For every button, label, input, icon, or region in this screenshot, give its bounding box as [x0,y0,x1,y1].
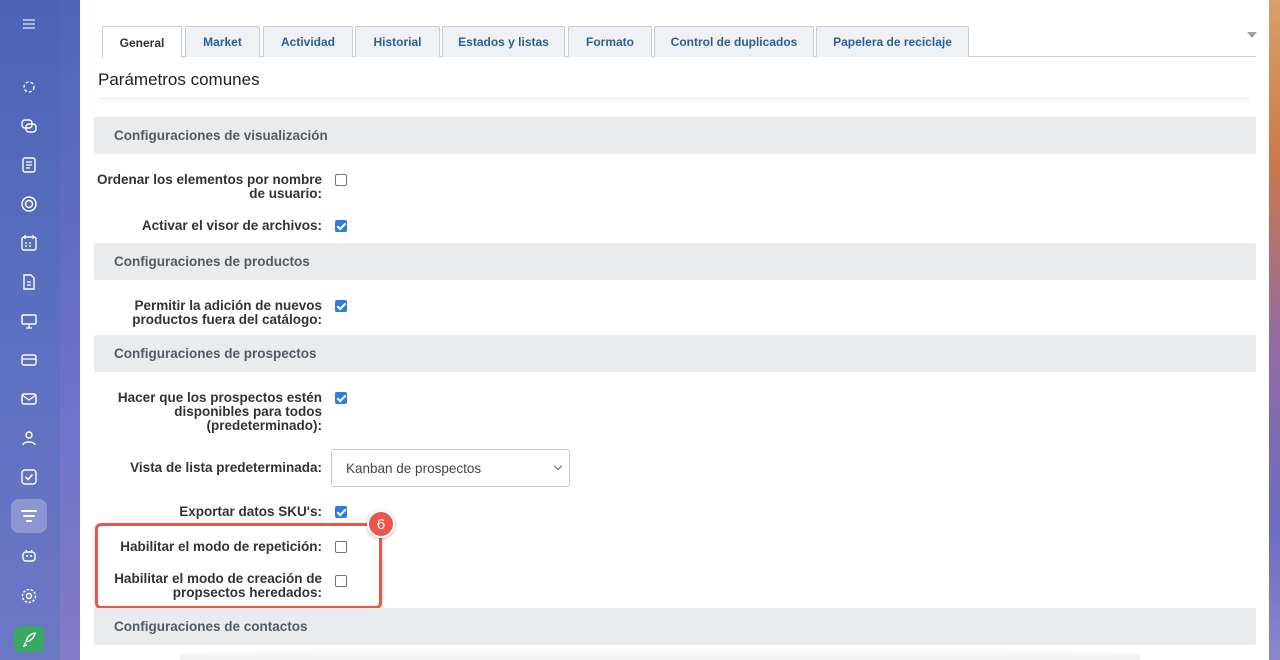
tab-duplicates[interactable]: Control de duplicados [654,26,814,57]
chevron-down-icon [553,461,563,471]
document-icon[interactable] [11,265,47,299]
section-display: Configuraciones de visualización [94,117,1256,154]
chat-icon[interactable] [11,109,47,143]
section-products: Configuraciones de productos [94,243,1256,280]
sort-by-user-label: Ordenar los elementos por nombre de usua… [96,172,322,201]
section-contacts: Configuraciones de contactos [94,608,1256,645]
contacts-icon[interactable] [11,421,47,455]
file-viewer-checkbox[interactable] [335,220,347,232]
scroll-shadow [180,648,1140,660]
export-sku-checkbox[interactable] [335,506,347,518]
new-products-label: Permitir la adición de nuevos productos … [132,298,322,327]
tabs-more-icon[interactable] [1247,32,1257,38]
card-icon[interactable] [11,343,47,377]
robot-icon[interactable] [11,538,47,572]
mail-icon[interactable] [11,382,47,416]
default-list-view-label: Vista de lista predeterminada: [130,460,322,475]
new-products-checkbox[interactable] [335,300,347,312]
tab-bar: General Market Actividad Historial Estad… [102,26,1256,58]
leads-available-checkbox[interactable] [335,392,347,404]
tab-activity[interactable]: Actividad [263,26,353,57]
tab-statuses[interactable]: Estados y listas [442,26,565,57]
select-value: Kanban de prospectos [346,460,482,476]
background-strip [1268,0,1280,660]
divider [98,98,1250,99]
file-viewer-label: Activar el visor de archivos: [141,218,322,233]
export-sku-label: Exportar datos SKU's: [179,504,322,519]
calendar-icon[interactable] [11,226,47,260]
tasks-icon[interactable] [11,148,47,182]
presentation-icon[interactable] [11,304,47,338]
section-leads: Configuraciones de prospectos [94,335,1256,372]
page-title: Parámetros comunes [98,70,260,89]
sort-by-user-checkbox[interactable] [335,174,347,186]
leads-available-label: Hacer que los prospectos estén disponibl… [117,390,322,433]
settings-icon[interactable] [11,579,47,613]
tab-market[interactable]: Market [185,26,260,57]
tab-general[interactable]: General [102,26,182,58]
settings-panel: General Market Actividad Historial Estad… [80,0,1269,660]
annotation-badge: 6 [367,510,395,538]
checkbox-icon[interactable] [11,460,47,494]
annotation-highlight-box [95,523,382,609]
tab-recycle-bin[interactable]: Papelera de reciclaje [816,26,969,57]
tab-format[interactable]: Formato [568,26,652,57]
circle-icon[interactable] [11,187,47,221]
menu-icon[interactable] [11,7,47,41]
feed-icon[interactable] [11,70,47,104]
tab-history[interactable]: Historial [355,26,440,57]
rocket-icon[interactable] [14,626,44,652]
left-sidebar [0,0,60,660]
crm-funnel-icon[interactable] [11,499,47,533]
default-list-view-select[interactable]: Kanban de prospectos [331,449,570,487]
